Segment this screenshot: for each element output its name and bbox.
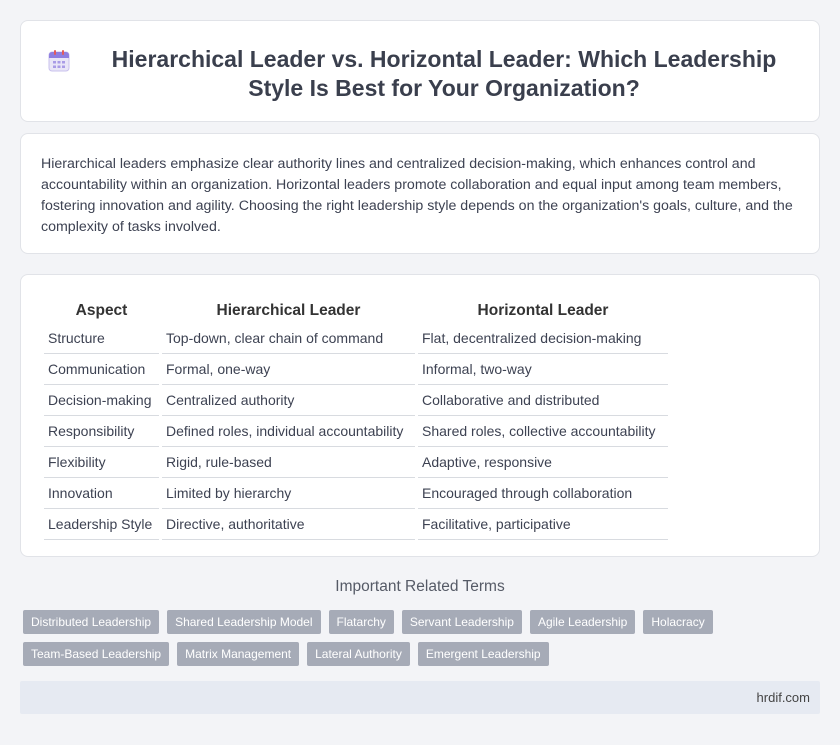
tag-flatarchy[interactable]: Flatarchy — [328, 610, 394, 634]
related-terms-tags: Distributed Leadership Shared Leadership… — [23, 610, 813, 666]
related-terms-heading: Important Related Terms — [335, 578, 505, 595]
comparison-card: Aspect Hierarchical Leader Horizontal Le… — [20, 274, 820, 557]
tag-holacracy[interactable]: Holacracy — [643, 610, 713, 634]
cell-aspect: Communication — [44, 354, 159, 385]
table-row: Flexibility Rigid, rule-based Adaptive, … — [44, 447, 668, 478]
header-horizontal: Horizontal Leader — [477, 302, 609, 319]
cell-horizontal: Collaborative and distributed — [418, 385, 668, 416]
cell-aspect: Responsibility — [44, 416, 159, 447]
cell-horizontal: Encouraged through collaboration — [418, 478, 668, 509]
cell-aspect: Leadership Style — [44, 509, 159, 540]
table-row: Responsibility Defined roles, individual… — [44, 416, 668, 447]
cell-horizontal: Facilitative, participative — [418, 509, 668, 540]
table-row: Innovation Limited by hierarchy Encourag… — [44, 478, 668, 509]
calendar-icon — [48, 50, 70, 72]
table-row: Structure Top-down, clear chain of comma… — [44, 323, 668, 354]
tag-matrix-management[interactable]: Matrix Management — [177, 642, 300, 666]
cell-horizontal: Shared roles, collective accountability — [418, 416, 668, 447]
table-row: Decision-making Centralized authority Co… — [44, 385, 668, 416]
cell-hierarchical: Limited by hierarchy — [162, 478, 415, 509]
cell-hierarchical: Top-down, clear chain of command — [162, 323, 415, 354]
cell-hierarchical: Defined roles, individual accountability — [162, 416, 415, 447]
cell-aspect: Decision-making — [44, 385, 159, 416]
cell-aspect: Flexibility — [44, 447, 159, 478]
cell-horizontal: Flat, decentralized decision-making — [418, 323, 668, 354]
cell-aspect: Innovation — [44, 478, 159, 509]
tag-lateral-authority[interactable]: Lateral Authority — [307, 642, 410, 666]
table-row: Communication Formal, one-way Informal, … — [44, 354, 668, 385]
tag-distributed-leadership[interactable]: Distributed Leadership — [23, 610, 160, 634]
tag-team-based-leadership[interactable]: Team-Based Leadership — [23, 642, 170, 666]
cell-hierarchical: Centralized authority — [162, 385, 415, 416]
cell-horizontal: Informal, two-way — [418, 354, 668, 385]
cell-horizontal: Adaptive, responsive — [418, 447, 668, 478]
footer-site-link[interactable]: hrdif.com — [757, 690, 810, 705]
cell-aspect: Structure — [44, 323, 159, 354]
title-card: Hierarchical Leader vs. Horizontal Leade… — [20, 20, 820, 122]
tag-servant-leadership[interactable]: Servant Leadership — [401, 610, 522, 634]
header-aspect: Aspect — [75, 302, 128, 319]
intro-card: Hierarchical leaders emphasize clear aut… — [20, 133, 820, 254]
header-hierarchical: Hierarchical Leader — [216, 302, 361, 319]
footer: hrdif.com — [20, 681, 820, 714]
tag-agile-leadership[interactable]: Agile Leadership — [529, 610, 636, 634]
tag-emergent-leadership[interactable]: Emergent Leadership — [417, 642, 549, 666]
title-row: Hierarchical Leader vs. Horizontal Leade… — [21, 21, 819, 103]
cell-hierarchical: Directive, authoritative — [162, 509, 415, 540]
intro-paragraph: Hierarchical leaders emphasize clear aut… — [41, 156, 793, 235]
cell-hierarchical: Rigid, rule-based — [162, 447, 415, 478]
tag-shared-leadership-model[interactable]: Shared Leadership Model — [167, 610, 321, 634]
page-title: Hierarchical Leader vs. Horizontal Leade… — [111, 46, 777, 101]
cell-hierarchical: Formal, one-way — [162, 354, 415, 385]
table-row: Leadership Style Directive, authoritativ… — [44, 509, 668, 540]
comparison-table: Aspect Hierarchical Leader Horizontal Le… — [41, 295, 671, 540]
table-header-row: Aspect Hierarchical Leader Horizontal Le… — [44, 295, 668, 323]
